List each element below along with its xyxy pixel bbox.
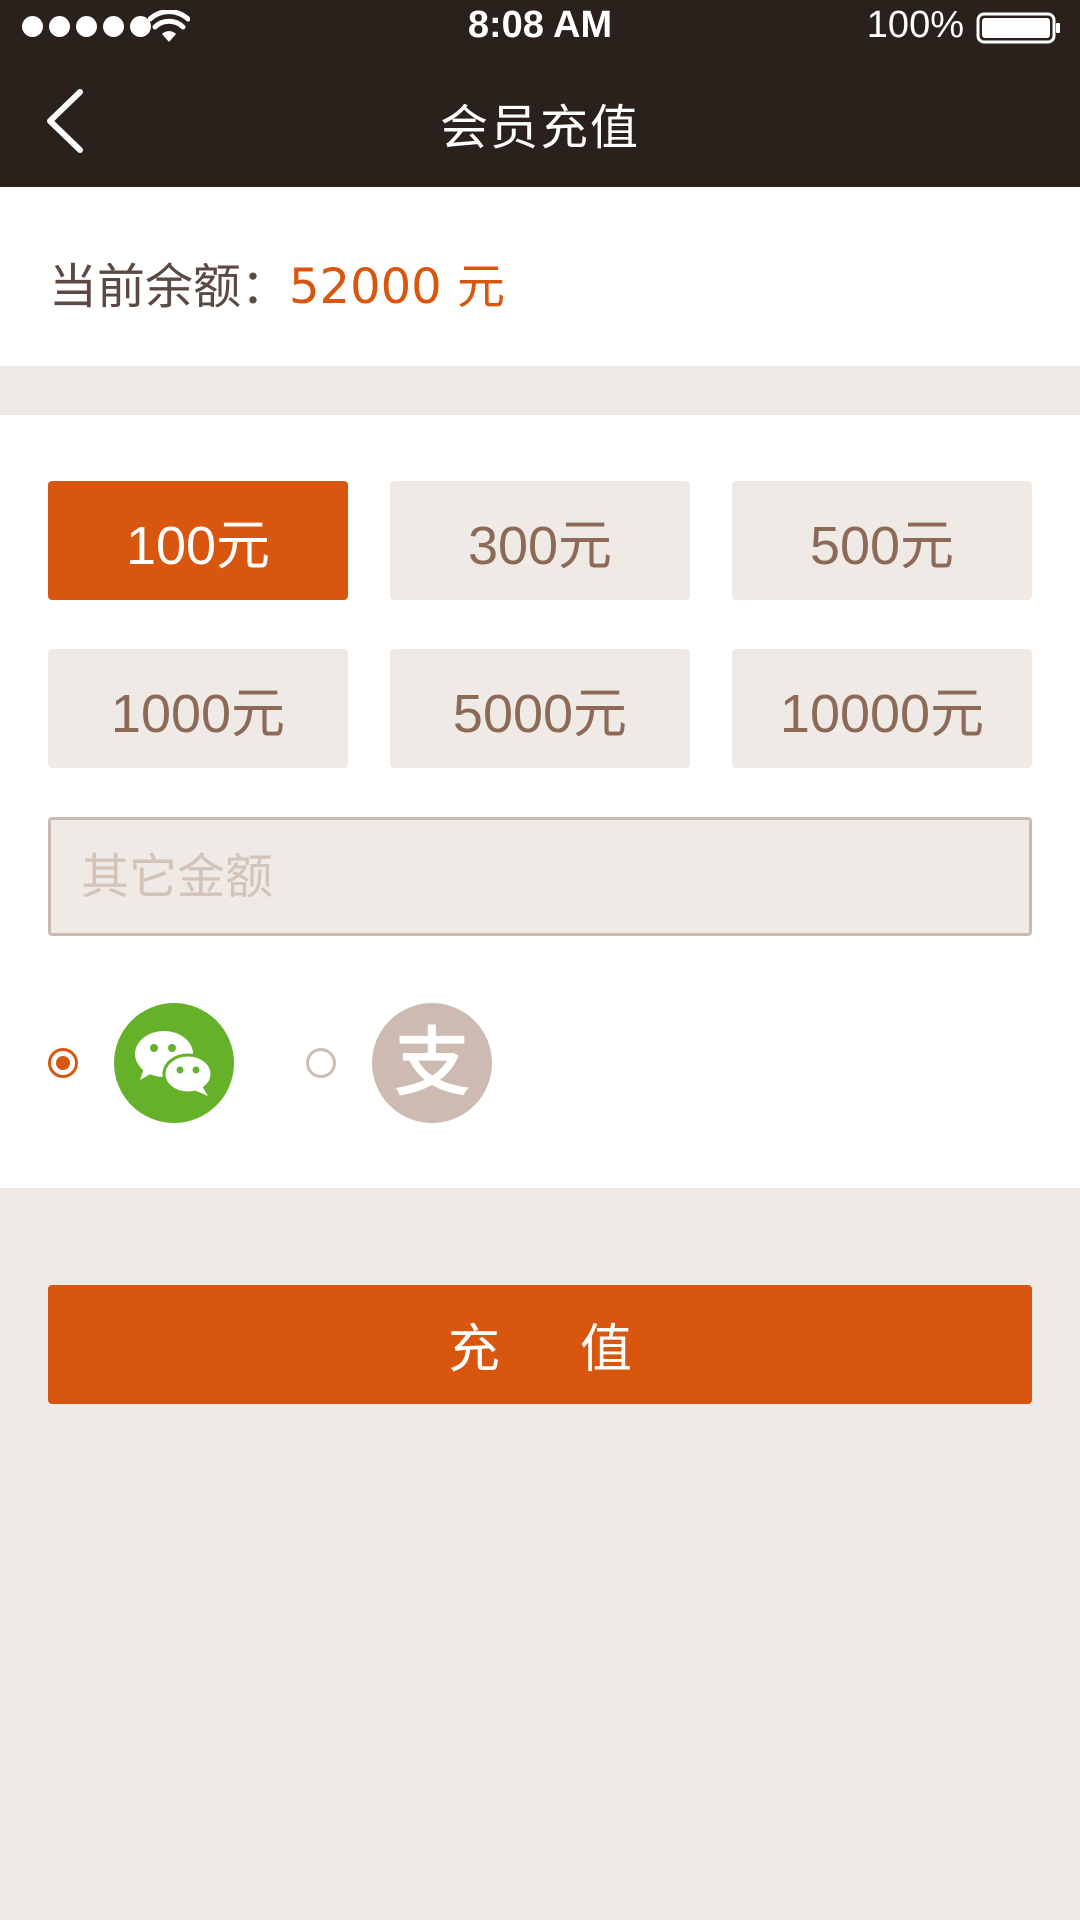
balance-section: 当前余额：52000 元 [0, 187, 1080, 366]
wechat-icon [135, 1031, 214, 1096]
amount-option-500[interactable]: 500元 [732, 481, 1032, 600]
amount-option-300[interactable]: 300元 [390, 481, 690, 600]
amount-option-100[interactable]: 100元 [48, 481, 348, 600]
alipay-option[interactable]: 支 [372, 1003, 492, 1123]
balance-row: 当前余额：52000 元 [49, 247, 505, 317]
balance-value: 52000 元 [289, 259, 505, 315]
battery-percentage: 100% [866, 4, 964, 46]
balance-label: 当前余额： [49, 259, 290, 315]
amount-option-1000[interactable]: 1000元 [48, 649, 348, 768]
battery-icon [976, 12, 1060, 44]
alipay-radio[interactable] [306, 1048, 336, 1078]
other-amount-input[interactable] [48, 817, 1032, 936]
recharge-card: 100元 300元 500元 1000元 5000元 10000元 支 [0, 415, 1080, 1188]
amount-option-10000[interactable]: 10000元 [732, 649, 1032, 768]
app-header: 8:08 AM 100% 会员充值 [0, 0, 1080, 187]
recharge-submit-button[interactable]: 充值 [48, 1285, 1032, 1404]
wechat-pay-option[interactable] [114, 1003, 234, 1123]
page-title: 会员充值 [439, 100, 640, 156]
wechat-pay-radio[interactable] [48, 1048, 78, 1078]
amount-option-5000[interactable]: 5000元 [390, 649, 690, 768]
alipay-icon: 支 [395, 1020, 469, 1106]
